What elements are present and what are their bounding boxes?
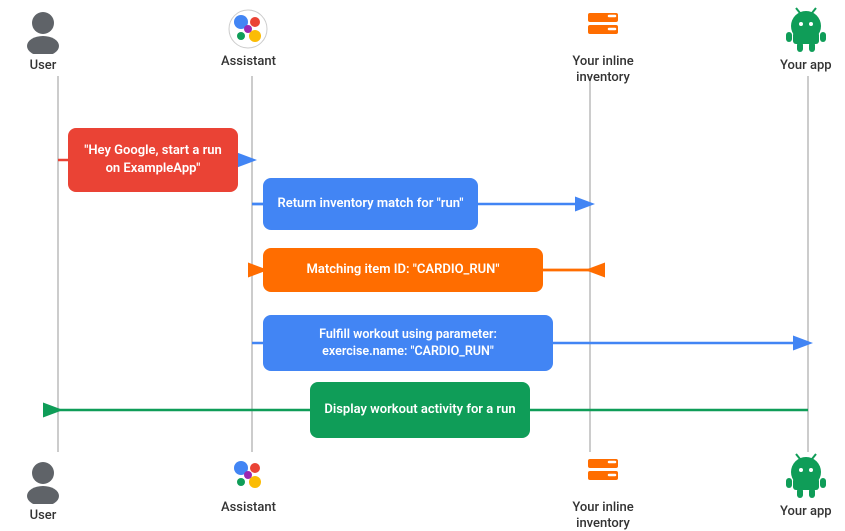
inventory-label-bottom: Your inline inventory — [558, 500, 648, 531]
actor-user-bottom: User — [20, 458, 66, 523]
msg-fulfill-workout: Fulfill workout using parameter: exercis… — [263, 315, 553, 371]
user-icon-top — [20, 8, 66, 54]
msg-display-workout: Display workout activity for a run — [310, 382, 530, 438]
actor-user-top: User — [20, 8, 66, 73]
app-label-bottom: Your app — [780, 504, 832, 519]
user-icon-bottom — [20, 458, 66, 504]
msg-hey-google: "Hey Google, start a run on ExampleApp" — [68, 128, 238, 192]
assistant-icon-bottom — [227, 454, 269, 496]
actor-app-top: Your app — [780, 4, 832, 73]
server-icon-top — [582, 8, 624, 50]
msg-return-inventory: Return inventory match for "run" — [263, 178, 478, 230]
actor-app-bottom: Your app — [780, 450, 832, 519]
assistant-label-top: Assistant — [221, 54, 276, 69]
sequence-diagram: User Assistant Your inline inventory — [0, 0, 845, 528]
actor-inventory-bottom: Your inline inventory — [558, 454, 648, 531]
actor-assistant-bottom: Assistant — [221, 454, 276, 515]
actor-inventory-top: Your inline inventory — [558, 8, 648, 85]
user-label-top: User — [30, 58, 57, 73]
app-label-top: Your app — [780, 58, 832, 73]
assistant-label-bottom: Assistant — [221, 500, 276, 515]
assistant-icon-top — [227, 8, 269, 50]
android-icon-top — [783, 4, 829, 54]
inventory-label-top: Your inline inventory — [558, 54, 648, 85]
android-icon-bottom — [783, 450, 829, 500]
server-icon-bottom — [582, 454, 624, 496]
user-label-bottom: User — [30, 508, 57, 523]
actor-assistant-top: Assistant — [221, 8, 276, 69]
msg-matching-id: Matching item ID: "CARDIO_RUN" — [263, 248, 543, 292]
